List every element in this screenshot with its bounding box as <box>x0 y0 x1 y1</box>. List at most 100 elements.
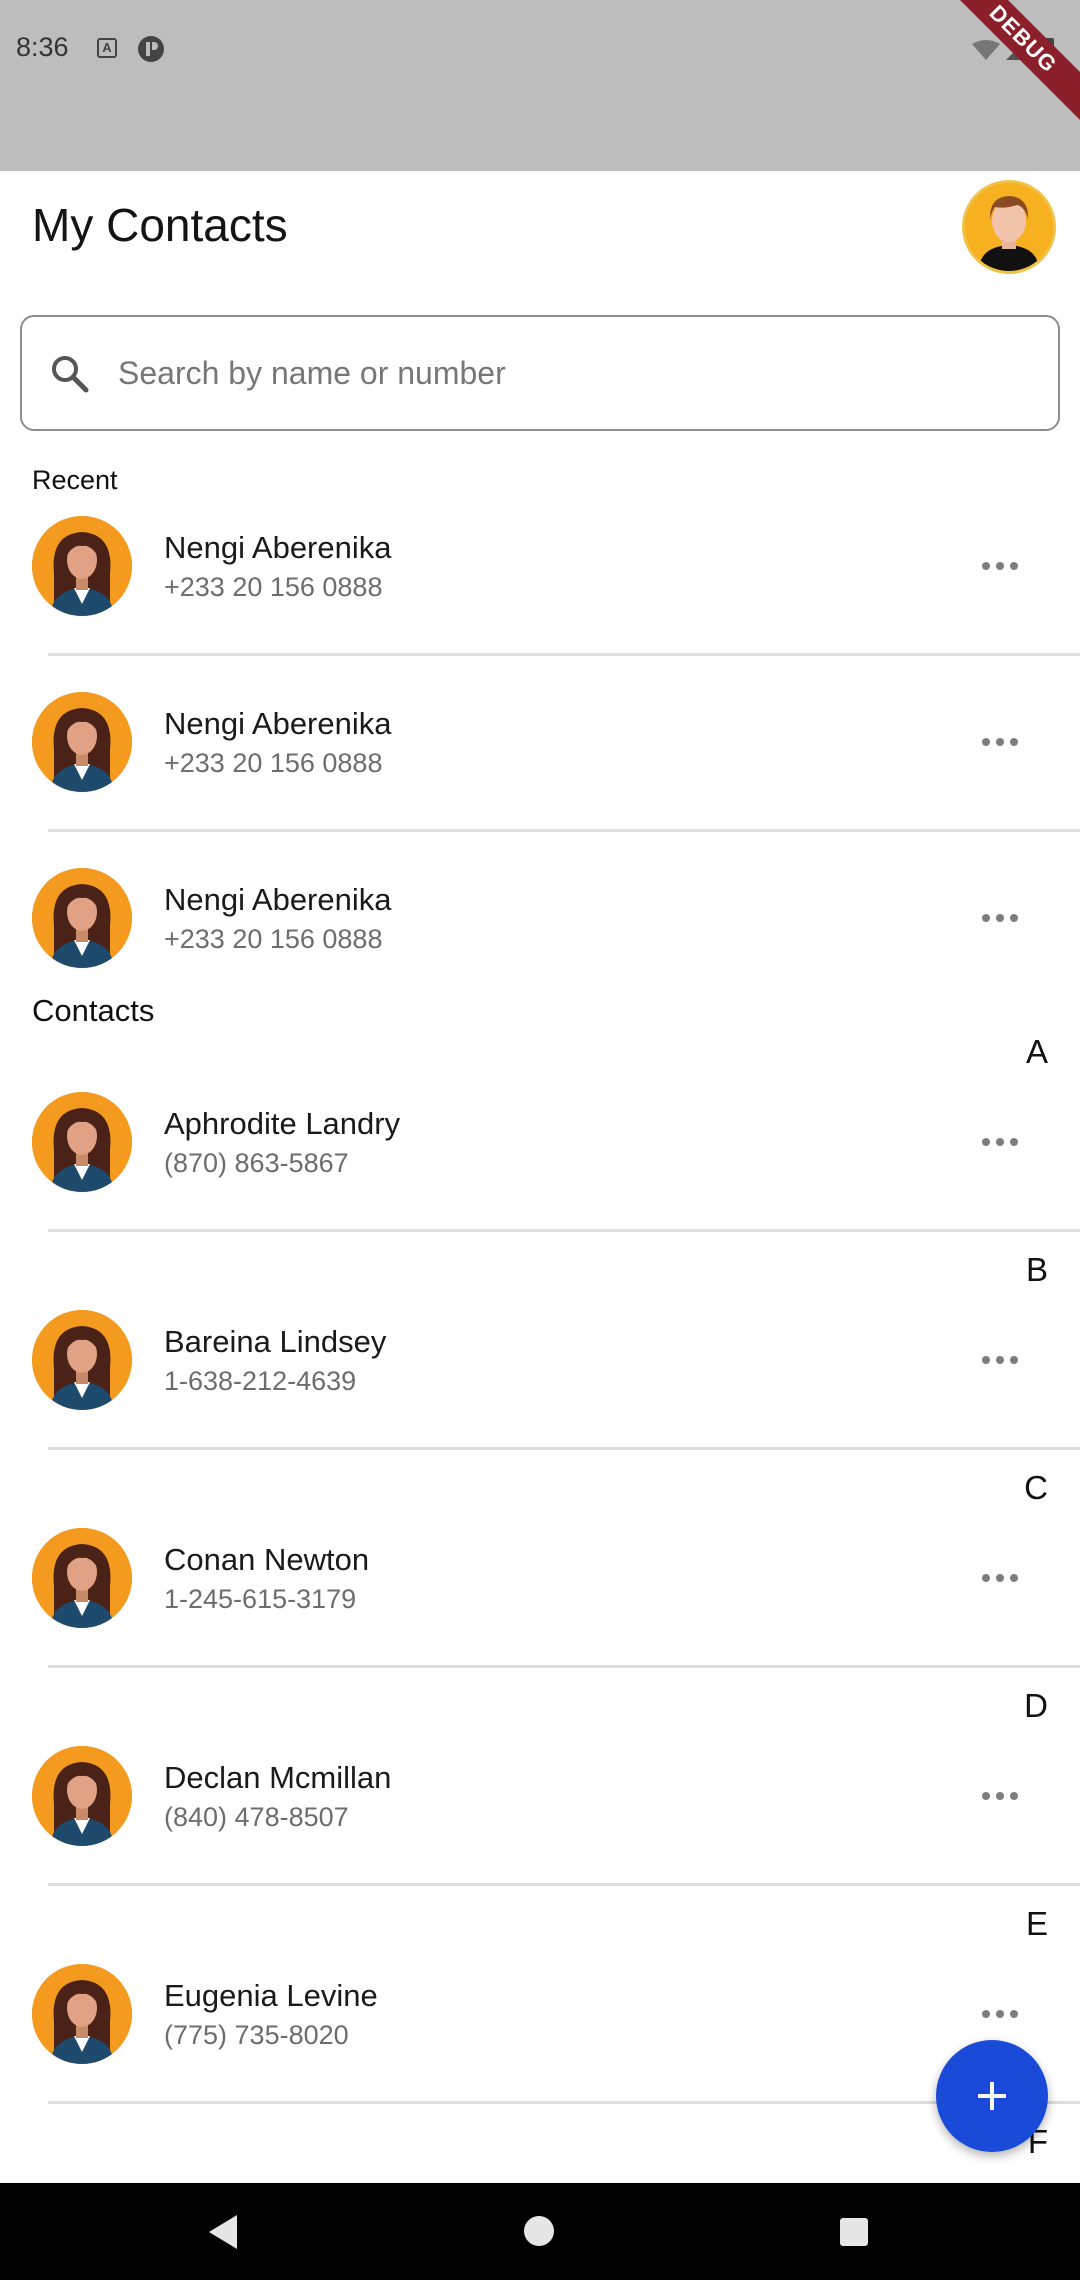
contact-name: Eugenia Levine <box>164 1978 378 2013</box>
more-horizontal-icon <box>982 1356 990 1364</box>
more-options-button[interactable] <box>970 1774 1030 1818</box>
status-time: 8:36 <box>16 32 69 62</box>
alphabet-header: A <box>1025 1033 1048 1070</box>
alphabet-header: D <box>1024 1687 1048 1724</box>
contact-avatar <box>32 868 132 968</box>
contact-phone: (870) 863-5867 <box>164 1148 349 1178</box>
woman-avatar-icon <box>32 1964 132 2064</box>
more-horizontal-icon <box>982 1792 990 1800</box>
more-dot <box>1010 2010 1018 2018</box>
woman-avatar-icon <box>32 516 132 616</box>
woman-avatar-icon <box>32 1310 132 1410</box>
search-icon <box>52 356 89 393</box>
divider <box>48 2101 1080 2104</box>
more-options-button[interactable] <box>970 1120 1030 1164</box>
contact-name: Nengi Aberenika <box>164 530 392 565</box>
more-options-button[interactable] <box>970 1338 1030 1382</box>
more-dot <box>996 1574 1004 1582</box>
divider <box>48 653 1080 656</box>
contact-row[interactable]: Conan Newton 1-245-615-3179 <box>0 1518 1080 1638</box>
contact-name: Nengi Aberenika <box>164 882 392 917</box>
more-options-button[interactable] <box>970 1556 1030 1600</box>
notification-a-icon: A <box>97 38 117 58</box>
divider <box>48 1883 1080 1886</box>
more-dot <box>1010 914 1018 922</box>
more-horizontal-icon <box>982 1138 990 1146</box>
contact-phone: +233 20 156 0888 <box>164 572 383 602</box>
page-title: My Contacts <box>32 199 288 251</box>
more-dot <box>1010 1356 1018 1364</box>
debug-banner: DEBUG <box>929 0 1080 133</box>
contact-name: Nengi Aberenika <box>164 706 392 741</box>
profile-avatar[interactable] <box>962 180 1056 274</box>
more-dot <box>1010 1574 1018 1582</box>
more-dot <box>996 2010 1004 2018</box>
more-options-button[interactable] <box>970 896 1030 940</box>
contact-name: Declan Mcmillan <box>164 1760 392 1795</box>
contact-avatar <box>32 1310 132 1410</box>
contact-phone: +233 20 156 0888 <box>164 924 383 954</box>
section-header-recent: Recent <box>32 465 118 495</box>
contact-row[interactable]: Bareina Lindsey 1-638-212-4639 <box>0 1300 1080 1420</box>
divider <box>48 1229 1080 1232</box>
contact-phone: 1-245-615-3179 <box>164 1584 357 1614</box>
more-dot <box>1010 1138 1018 1146</box>
woman-avatar-icon <box>32 692 132 792</box>
recents-square-icon[interactable] <box>840 2218 868 2246</box>
contact-name: Aphrodite Landry <box>164 1106 401 1141</box>
more-options-button[interactable] <box>970 544 1030 588</box>
search-field[interactable] <box>20 315 1060 431</box>
contact-row[interactable]: Aphrodite Landry (870) 863-5867 <box>0 1082 1080 1202</box>
search-input[interactable] <box>118 341 1018 405</box>
divider <box>48 1665 1080 1668</box>
contact-phone: (775) 735-8020 <box>164 2020 349 2050</box>
more-horizontal-icon <box>982 1574 990 1582</box>
more-dot <box>1010 738 1018 746</box>
contact-phone: (840) 478-8507 <box>164 1802 349 1832</box>
more-dot <box>996 1792 1004 1800</box>
woman-avatar-icon <box>32 1528 132 1628</box>
more-options-button[interactable] <box>970 1992 1030 2036</box>
contact-avatar <box>32 1964 132 2064</box>
recent-contact-row[interactable]: Nengi Aberenika +233 20 156 0888 <box>0 682 1080 802</box>
contact-name: Conan Newton <box>164 1542 370 1577</box>
divider <box>48 829 1080 832</box>
woman-avatar-icon <box>32 1092 132 1192</box>
contact-name: Bareina Lindsey <box>164 1324 387 1359</box>
man-avatar-icon <box>965 183 1053 271</box>
alphabet-header: B <box>1025 1251 1048 1288</box>
contact-avatar <box>32 516 132 616</box>
divider <box>48 1447 1080 1450</box>
more-horizontal-icon <box>982 2010 990 2018</box>
more-horizontal-icon <box>982 914 990 922</box>
contact-row[interactable]: Declan Mcmillan (840) 478-8507 <box>0 1736 1080 1856</box>
back-triangle-icon[interactable] <box>205 2213 241 2251</box>
more-horizontal-icon <box>982 738 990 746</box>
contacts-screen: 8:36 A DEBUG My Contacts Search by name … <box>0 0 1080 2280</box>
alphabet-header: E <box>1025 1905 1048 1942</box>
recent-contact-row[interactable]: Nengi Aberenika +233 20 156 0888 <box>0 858 1080 978</box>
system-nav-bar <box>0 2183 1080 2280</box>
notification-p-icon <box>138 36 164 62</box>
woman-avatar-icon <box>32 1746 132 1846</box>
more-options-button[interactable] <box>970 720 1030 764</box>
more-dot <box>1010 1792 1018 1800</box>
contact-avatar <box>32 1092 132 1192</box>
recent-contact-row[interactable]: Nengi Aberenika +233 20 156 0888 <box>0 506 1080 626</box>
more-dot <box>996 562 1004 570</box>
contact-row[interactable]: Eugenia Levine (775) 735-8020 <box>0 1954 1080 2074</box>
plus-icon <box>978 2082 1006 2110</box>
more-dot <box>996 1356 1004 1364</box>
contact-phone: 1-638-212-4639 <box>164 1366 357 1396</box>
contact-avatar <box>32 692 132 792</box>
contact-avatar <box>32 1528 132 1628</box>
more-dot <box>996 1138 1004 1146</box>
home-circle-icon[interactable] <box>524 2216 554 2246</box>
contact-phone: +233 20 156 0888 <box>164 748 383 778</box>
more-dot <box>996 738 1004 746</box>
section-header-contacts: Contacts <box>32 993 155 1028</box>
more-horizontal-icon <box>982 562 990 570</box>
status-bar: 8:36 A DEBUG <box>0 0 1080 171</box>
add-contact-button[interactable] <box>936 2040 1048 2152</box>
more-dot <box>996 914 1004 922</box>
